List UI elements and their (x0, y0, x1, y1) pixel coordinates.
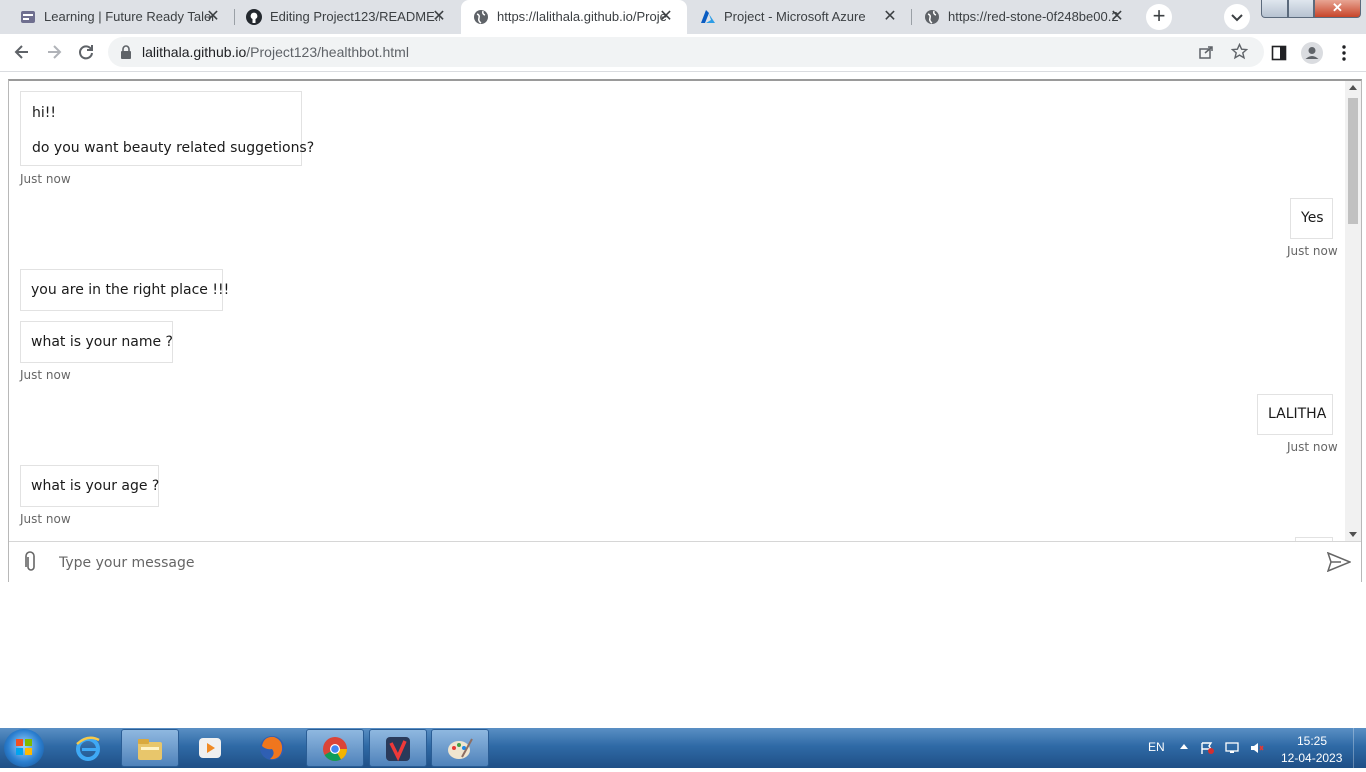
taskbar-vivaldi[interactable] (369, 729, 427, 767)
message-list: hi!! do you want beauty related suggetio… (9, 81, 1345, 541)
bot-message: what is your name ? (20, 321, 173, 363)
paperclip-icon[interactable] (21, 551, 41, 573)
chat-window: hi!! do you want beauty related suggetio… (8, 79, 1362, 583)
user-message: Yes (1290, 198, 1333, 239)
close-tab-icon[interactable]: ✕ (204, 8, 222, 26)
azure-icon (701, 10, 715, 23)
bot-message: you are in the right place !!! (20, 269, 229, 311)
volume-muted-icon[interactable] (1250, 742, 1264, 754)
message-composer (9, 541, 1361, 583)
action-center-flag-icon[interactable] (1200, 742, 1214, 754)
taskbar-media-player[interactable] (182, 729, 240, 767)
close-window-button[interactable]: ✕ (1314, 0, 1361, 18)
clock-time[interactable]: 15:25 (1297, 734, 1327, 748)
side-panel-icon[interactable] (1271, 45, 1287, 61)
lock-icon (121, 45, 131, 59)
kebab-menu-icon[interactable] (1338, 44, 1350, 62)
close-tab-icon[interactable]: ✕ (1108, 8, 1126, 26)
scroll-up-arrow-icon[interactable] (1349, 85, 1357, 90)
send-icon[interactable] (1327, 552, 1351, 572)
windows-logo-icon (16, 739, 32, 755)
url-host: lalithala.github.io (142, 44, 247, 60)
tab-title: https://lalithala.github.io/Project123 (497, 9, 667, 24)
tab-learning[interactable]: Learning | Future Ready Talent ✕ (8, 0, 235, 34)
tab-strip: Learning | Future Ready Talent ✕ Editing… (0, 0, 1366, 34)
taskbar-paint[interactable] (431, 729, 489, 767)
taskbar-chrome[interactable] (306, 729, 364, 767)
tab-azure[interactable]: Project - Microsoft Azure ✕ (688, 0, 912, 34)
message-timestamp: Just now (1287, 440, 1338, 454)
url-text: lalithala.github.io/Project123/healthbot… (142, 44, 409, 60)
tab-title: Learning | Future Ready Talent (44, 9, 214, 24)
maximize-button[interactable] (1288, 0, 1314, 18)
share-icon[interactable] (1198, 44, 1214, 60)
tab-red-stone[interactable]: https://red-stone-0f248be00.2 ✕ (912, 0, 1138, 34)
scroll-down-arrow-icon[interactable] (1349, 532, 1357, 537)
forward-icon[interactable] (44, 42, 64, 62)
clock-date[interactable]: 12-04-2023 (1281, 751, 1342, 765)
message-line: hi!! (32, 105, 56, 121)
taskbar-explorer[interactable] (121, 729, 179, 767)
bot-message: hi!! do you want beauty related suggetio… (20, 91, 314, 166)
windows-taskbar: EN 15:25 12-04-2023 (0, 728, 1366, 768)
github-icon (246, 9, 262, 25)
show-desktop-button[interactable] (1353, 728, 1366, 768)
window-controls: ✕ (1261, 0, 1366, 20)
close-tab-icon[interactable]: ✕ (657, 8, 675, 26)
firefox-icon (260, 736, 284, 760)
paint-icon (448, 738, 473, 759)
chat-scrollbar[interactable] (1345, 81, 1361, 541)
close-tab-icon[interactable]: ✕ (881, 8, 899, 26)
page-content: hi!! do you want beauty related suggetio… (0, 72, 1366, 728)
address-bar[interactable]: lalithala.github.io/Project123/healthbot… (108, 37, 1264, 67)
learning-icon (21, 11, 35, 23)
message-timestamp: Just now (1287, 244, 1338, 258)
message-timestamp: Just now (20, 512, 71, 526)
media-player-icon (199, 738, 221, 758)
tab-github[interactable]: Editing Project123/README.md ✕ (234, 0, 460, 34)
chrome-icon (323, 737, 347, 762)
bot-message: what is your age ? (20, 465, 159, 507)
tab-title: https://red-stone-0f248be00.2 (948, 9, 1118, 24)
network-icon[interactable] (1225, 742, 1239, 754)
message-input[interactable] (57, 550, 1311, 576)
profile-avatar-icon[interactable] (1301, 42, 1323, 64)
url-path: /Project123/healthbot.html (246, 44, 409, 60)
language-indicator[interactable]: EN (1148, 740, 1165, 754)
tab-search-button[interactable] (1224, 4, 1250, 30)
tray-expand-icon[interactable] (1180, 744, 1188, 749)
tab-title: Project - Microsoft Azure (724, 9, 866, 24)
minimize-button[interactable] (1261, 0, 1288, 18)
tab-healthbot[interactable]: https://lalithala.github.io/Project123 ✕ (461, 0, 687, 34)
globe-icon (925, 10, 939, 24)
reload-icon[interactable] (76, 42, 96, 62)
ie-icon (76, 736, 100, 761)
message-line: do you want beauty related suggetions? (32, 140, 315, 156)
new-tab-button[interactable]: + (1146, 4, 1172, 30)
start-button[interactable] (4, 729, 44, 767)
system-tray: EN 15:25 12-04-2023 (1140, 728, 1366, 768)
scroll-thumb[interactable] (1348, 98, 1358, 224)
browser-toolbar: lalithala.github.io/Project123/healthbot… (0, 34, 1366, 72)
user-message: LALITHA (1257, 394, 1333, 435)
explorer-icon (138, 739, 162, 760)
message-timestamp: Just now (20, 172, 71, 186)
back-icon[interactable] (12, 42, 32, 62)
chevron-down-icon (1231, 14, 1243, 22)
globe-icon (474, 10, 488, 24)
vivaldi-icon (386, 737, 410, 762)
taskbar-firefox[interactable] (244, 729, 302, 767)
tab-title: Editing Project123/README.md (270, 9, 440, 24)
taskbar-ie[interactable] (60, 729, 118, 767)
message-timestamp: Just now (20, 368, 71, 382)
star-icon[interactable] (1231, 43, 1248, 60)
close-tab-icon[interactable]: ✕ (430, 8, 448, 26)
